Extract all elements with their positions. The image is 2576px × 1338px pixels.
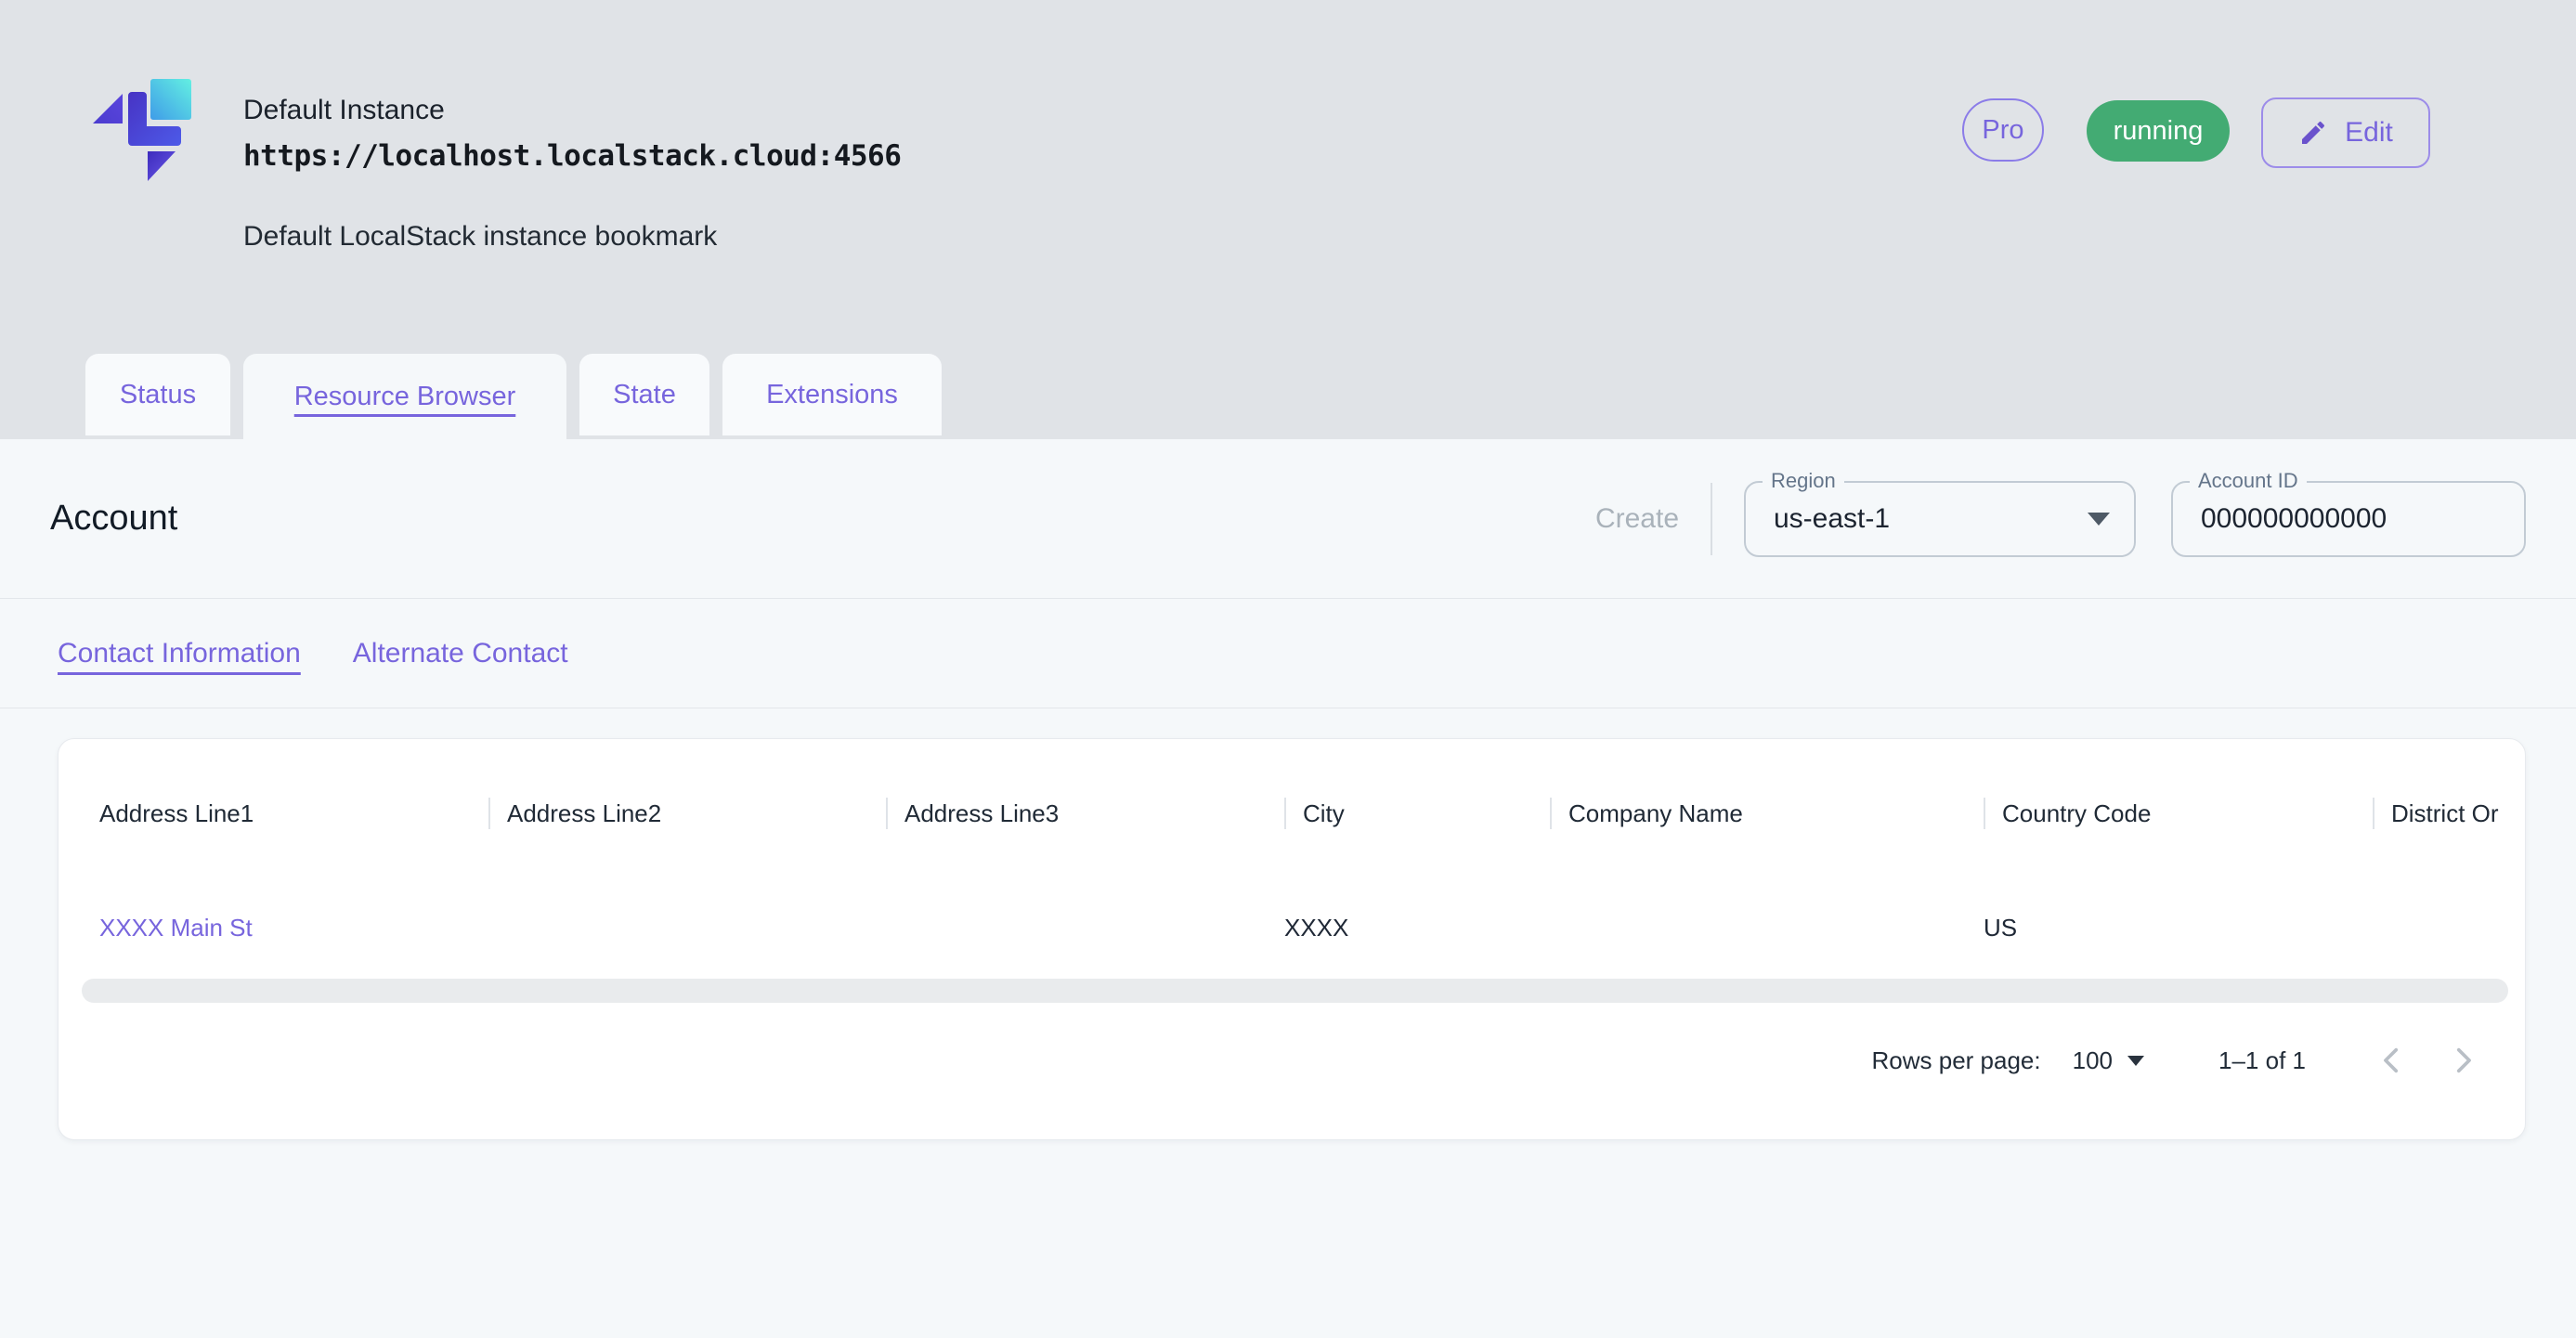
- column-separator: [1550, 798, 1552, 829]
- table-header-row: Address Line1 Address Line2 Address Line…: [59, 776, 2525, 851]
- data-grid-card: Address Line1 Address Line2 Address Line…: [58, 738, 2526, 1140]
- pagination-range: 1–1 of 1: [2218, 1046, 2306, 1075]
- cell-district: [2373, 886, 2526, 969]
- cell-address-line1: XXXX Main St: [99, 886, 488, 969]
- localstack-logo-icon: [93, 79, 191, 181]
- region-select[interactable]: Region us-east-1: [1744, 481, 2136, 557]
- column-separator: [1284, 798, 1286, 829]
- account-id-label: Account ID: [2190, 468, 2307, 494]
- column-header-city[interactable]: City: [1284, 776, 1550, 851]
- pagination-bar: Rows per page: 100 1–1 of 1: [59, 1018, 2525, 1103]
- cell-address-line3: [886, 886, 1284, 969]
- instance-subtitle: Default LocalStack instance bookmark: [243, 221, 717, 253]
- pro-badge: Pro: [1962, 98, 2044, 162]
- instance-url: https://localhost.localstack.cloud:4566: [243, 139, 901, 173]
- localstack-app: { "header": { "title": "Default Instance…: [0, 0, 2576, 1338]
- dropdown-arrow-icon: [2088, 513, 2110, 526]
- column-separator: [1984, 798, 1985, 829]
- subtab-contact-information[interactable]: Contact Information: [58, 638, 301, 669]
- subtab-bar: Contact Information Alternate Contact: [0, 600, 2576, 708]
- column-header-address-line3[interactable]: Address Line3: [886, 776, 1284, 851]
- region-select-label: Region: [1763, 468, 1844, 494]
- instance-title: Default Instance: [243, 95, 445, 126]
- account-id-input[interactable]: Account ID 000000000000: [2171, 481, 2526, 557]
- create-button[interactable]: Create: [1595, 503, 1679, 535]
- cell-country-code: US: [1984, 886, 2373, 969]
- previous-page-button[interactable]: [2376, 1045, 2408, 1076]
- column-separator: [2373, 798, 2374, 829]
- column-header-district[interactable]: District Or: [2373, 776, 2526, 851]
- header-divider: [1711, 483, 1712, 555]
- column-header-address-line1[interactable]: Address Line1: [99, 776, 488, 851]
- account-id-value: 000000000000: [2173, 503, 2387, 535]
- cell-address-line2: [488, 886, 886, 969]
- resource-browser-panel: Account Create Region us-east-1 Account …: [0, 439, 2576, 1338]
- page-title: Account: [50, 499, 177, 539]
- cell-city: XXXX: [1284, 886, 1550, 969]
- select-caret-icon: [2127, 1056, 2144, 1066]
- table-row[interactable]: XXXX Main St XXXX US: [59, 886, 2525, 969]
- column-separator: [886, 798, 888, 829]
- next-page-button[interactable]: [2447, 1045, 2478, 1076]
- edit-button[interactable]: Edit: [2261, 97, 2430, 168]
- rows-per-page-select[interactable]: 100: [2073, 1046, 2144, 1075]
- rows-per-page-label: Rows per page:: [1872, 1046, 2041, 1075]
- horizontal-scrollbar[interactable]: [82, 979, 2508, 1003]
- edit-button-label: Edit: [2345, 117, 2393, 149]
- chevron-right-icon: [2447, 1045, 2478, 1076]
- status-badge: running: [2087, 100, 2230, 162]
- chevron-left-icon: [2376, 1045, 2408, 1076]
- resource-header: Account Create Region us-east-1 Account …: [0, 439, 2576, 599]
- address-line1-link[interactable]: XXXX Main St: [99, 914, 253, 942]
- region-select-value: us-east-1: [1746, 503, 1890, 535]
- pencil-icon: [2298, 118, 2328, 148]
- rows-per-page-value: 100: [2073, 1046, 2113, 1075]
- column-header-company-name[interactable]: Company Name: [1550, 776, 1984, 851]
- tab-status[interactable]: Status: [85, 354, 230, 435]
- column-header-address-line2[interactable]: Address Line2: [488, 776, 886, 851]
- tab-resource-browser[interactable]: Resource Browser: [243, 354, 566, 439]
- subtab-alternate-contact[interactable]: Alternate Contact: [353, 638, 568, 669]
- tab-state[interactable]: State: [579, 354, 709, 435]
- column-separator: [488, 798, 490, 829]
- tab-extensions[interactable]: Extensions: [722, 354, 942, 435]
- cell-company-name: [1550, 886, 1984, 969]
- column-header-country-code[interactable]: Country Code: [1984, 776, 2373, 851]
